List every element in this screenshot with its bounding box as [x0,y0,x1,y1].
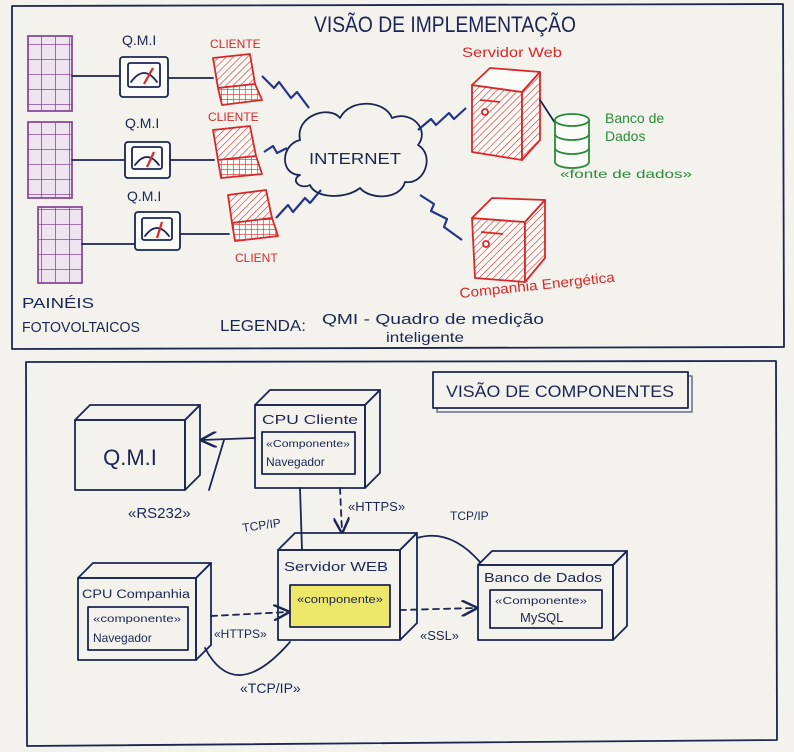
legend-prefix: LEGENDA: [220,318,306,335]
company-tcpip-label: «TCP/IP» [240,680,301,696]
server-icon [471,197,546,283]
node-web-server: Servidor WEB «componente» [277,532,418,641]
solar-panel-icon [27,35,73,112]
component-stereotype: «componente» [93,614,182,625]
company-tcpip-link [204,641,291,676]
company-https-label: «HTTPS» [214,627,267,641]
database-stereotype: «fonte de dados» [560,167,692,181]
server-icon [471,67,541,161]
solar-panel-icon [27,121,73,199]
energy-company-server: Companhia Energética [459,197,616,301]
smart-meters: Q.M.I Q.M.I Q.M.I [119,32,181,251]
internet-label: INTERNET [309,151,401,168]
node-cpu-client-name: CPU Cliente [262,412,358,427]
node-database-name: Banco de Dados [484,570,603,585]
node-cpu-client: CPU Cliente «Componente» Navegador [254,389,381,489]
smart-meter-label: Q.M.I [127,188,161,204]
meter-icon [134,211,181,251]
data-source: Banco de Dados «fonte de dados» [554,110,692,181]
component-box: «componente» [289,584,391,628]
client-tcpip-link [299,487,303,551]
node-qmi: Q.M.I [74,404,201,491]
legend-text-line1: QMI - Quadro de medição [322,311,544,328]
lightning-icon [417,107,467,131]
diagram-canvas: VISÃO DE IMPLEMENTAÇÃO Q.M.I Q.M.I Q.M.I… [11,3,785,747]
component-name: MySQL [520,610,563,625]
db-tcpip-label: TCP/IP [450,509,489,523]
web-server-label: Servidor Web [462,44,562,60]
company-https-dependency [210,612,288,616]
client-tcpip-label: TCP/IP [241,516,281,535]
lightning-icon [261,75,310,109]
internet-cloud: INTERNET [284,102,428,198]
database-label-line2: Dados [605,128,645,144]
client-label: CLIENTE [208,110,259,124]
database-label-line1: Banco de [605,110,664,126]
component-stereotype: «Componente» [495,595,587,607]
lightning-icon [263,144,288,155]
smart-meter-label: Q.M.I [122,32,156,48]
component-box: «Componente» MySQL [489,589,603,629]
rs232-dependency-arrow [202,438,256,440]
component-view-title: VISÃO DE COMPONENTES [446,382,674,401]
node-qmi-name: Q.M.I [103,445,157,470]
meter-icon [124,141,171,179]
implementation-view-title: VISÃO DE IMPLEMENTAÇÃO [314,12,576,37]
db-ssl-label: «SSL» [420,628,459,643]
rs232-link [208,439,225,491]
component-name: Navegador [93,631,152,645]
node-cpu-company: CPU Companhia «componente» Navegador [77,562,212,661]
laptop-icon [212,125,263,179]
component-view-panel: VISÃO DE COMPONENTES Q.M.I CPU Cliente «… [25,360,778,747]
implementation-view-panel: VISÃO DE IMPLEMENTAÇÃO Q.M.I Q.M.I Q.M.I… [11,3,785,350]
component-stereotype: «Componente» [266,438,350,450]
client-https-dependency [340,487,342,532]
laptop-icon [212,53,263,106]
client-label: CLIENTE [210,37,261,51]
rs232-label: «RS232» [128,505,191,522]
smart-meter-label: Q.M.I [125,115,159,131]
node-database: Banco de Dados «Componente» MySQL [477,550,628,641]
database-icon [554,113,590,169]
component-panel-border [25,360,778,747]
node-web-server-name: Servidor WEB [284,559,388,574]
client-https-label: «HTTPS» [348,499,405,514]
client-label: CLIENT [235,251,278,265]
node-cpu-company-name: CPU Companhia [82,589,191,601]
hand-drawn-diagram-sheet: VISÃO DE IMPLEMENTAÇÃO Q.M.I Q.M.I Q.M.I… [0,0,794,752]
component-box: «Componente» Navegador [261,431,356,475]
meter-icon [119,56,169,98]
legend-text-line2: inteligente [386,329,464,345]
legend: LEGENDA: QMI - Quadro de medição intelig… [220,311,544,345]
db-tcpip-link [416,534,481,563]
solar-panels-label-line1: PAINÉIS [22,295,94,312]
solar-panels-label-line2: FOTOVOLTAICOS [22,319,140,336]
component-view-title-box: VISÃO DE COMPONENTES [432,371,693,413]
lightning-icon [419,194,463,241]
lightning-icon [275,189,322,219]
component-name: Navegador [266,455,325,469]
solar-panel-icon [37,206,83,284]
laptop-icon [227,189,279,242]
db-ssl-dependency [399,608,476,610]
component-box: «componente» Navegador [87,606,189,651]
web-server: Servidor Web [462,44,562,161]
client-laptops: CLIENTE CLIENTE CLIENT [208,37,279,265]
component-stereotype: «componente» [297,594,383,606]
